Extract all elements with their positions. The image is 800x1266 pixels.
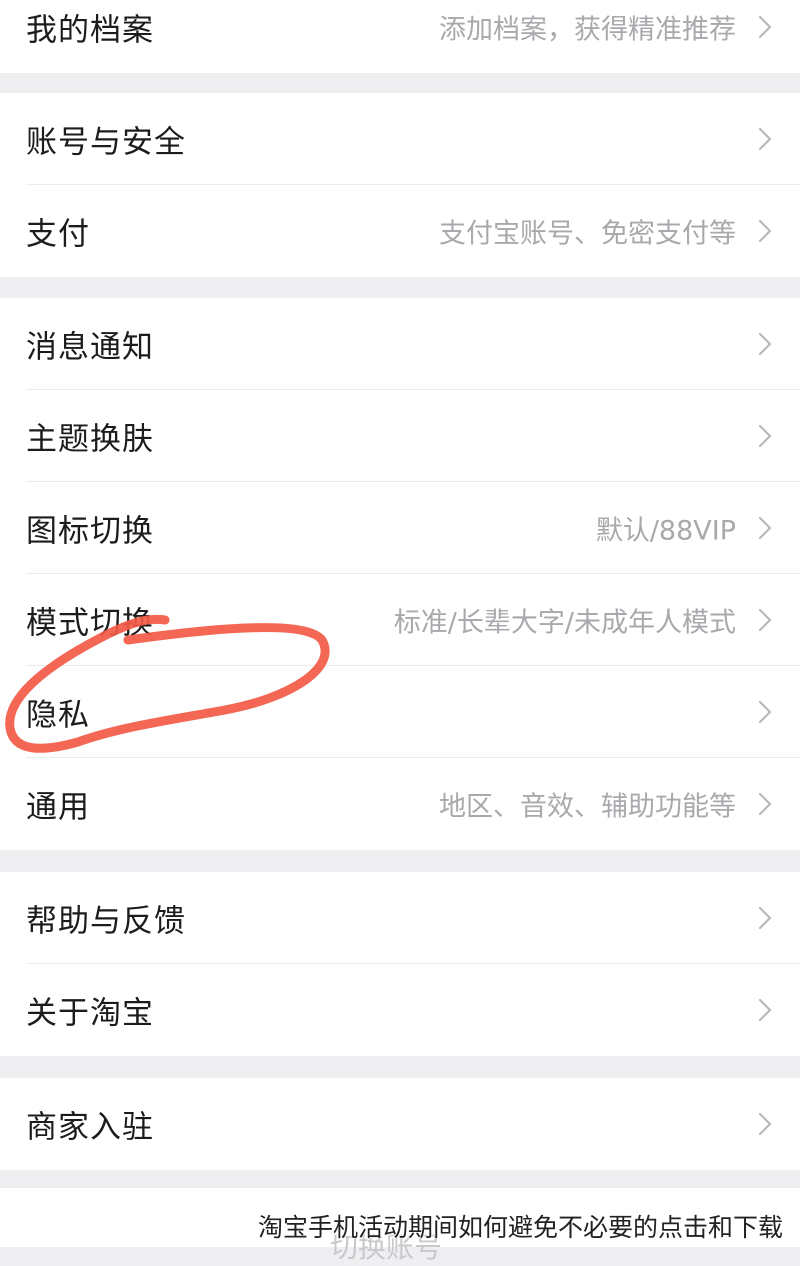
- settings-item-merchant[interactable]: 商家入驻: [0, 1078, 800, 1170]
- chevron-right-icon: [758, 998, 772, 1022]
- chevron-right-icon: [758, 792, 772, 816]
- chevron-right-icon: [758, 127, 772, 151]
- chevron-right-icon: [758, 700, 772, 724]
- settings-item-privacy[interactable]: 隐私: [0, 666, 800, 758]
- settings-item-label: 支付: [26, 216, 90, 253]
- settings-group-account: 账号与安全 支付 支付宝账号、免密支付等: [0, 93, 800, 277]
- settings-item-hint: 支付宝账号、免密支付等: [439, 218, 736, 250]
- settings-item-label: 主题换肤: [26, 421, 154, 458]
- settings-item-mode[interactable]: 模式切换 标准/长辈大字/未成年人模式: [0, 574, 800, 666]
- settings-group-profile: 我的档案 添加档案，获得精准推荐: [0, 0, 800, 73]
- settings-item-label: 模式切换: [26, 605, 154, 642]
- settings-item-label: 商家入驻: [26, 1109, 154, 1146]
- settings-item-label: 通用: [26, 789, 90, 826]
- settings-group-help: 帮助与反馈 关于淘宝: [0, 872, 800, 1056]
- settings-group-merchant: 商家入驻: [0, 1078, 800, 1170]
- settings-item-hint: 标准/长辈大字/未成年人模式: [393, 607, 736, 639]
- settings-item-label: 关于淘宝: [26, 995, 154, 1032]
- chevron-right-icon: [758, 906, 772, 930]
- settings-item-theme[interactable]: 主题换肤: [0, 390, 800, 482]
- settings-page: 我的档案 添加档案，获得精准推荐 账号与安全 支付 支付宝账号、免密支付等 消息…: [0, 0, 800, 1264]
- settings-item-my-profile[interactable]: 我的档案 添加档案，获得精准推荐: [0, 0, 800, 73]
- settings-item-label: 消息通知: [26, 329, 154, 366]
- settings-item-label: 账号与安全: [26, 124, 186, 161]
- settings-item-notifications[interactable]: 消息通知: [0, 298, 800, 390]
- chevron-right-icon: [758, 15, 772, 39]
- settings-item-account-security[interactable]: 账号与安全: [0, 93, 800, 185]
- settings-item-label: 帮助与反馈: [26, 903, 186, 940]
- settings-item-payment[interactable]: 支付 支付宝账号、免密支付等: [0, 185, 800, 277]
- chevron-right-icon: [758, 219, 772, 243]
- settings-item-hint: 添加档案，获得精准推荐: [439, 14, 736, 46]
- settings-item-label: 我的档案: [26, 12, 154, 49]
- chevron-right-icon: [758, 608, 772, 632]
- settings-group-preferences: 消息通知 主题换肤 图标切换 默认/88VIP 模式切换 标准/长辈大字/未成年…: [0, 298, 800, 850]
- settings-item-hint: 默认/88VIP: [595, 515, 736, 547]
- settings-item-general[interactable]: 通用 地区、音效、辅助功能等: [0, 758, 800, 850]
- chevron-right-icon: [758, 332, 772, 356]
- watermark-caption: 淘宝手机活动期间如何避免不必要的点击和下载: [258, 1213, 784, 1242]
- settings-item-help-feedback[interactable]: 帮助与反馈: [0, 872, 800, 964]
- chevron-right-icon: [758, 424, 772, 448]
- settings-item-app-icon[interactable]: 图标切换 默认/88VIP: [0, 482, 800, 574]
- settings-item-label: 图标切换: [26, 513, 154, 550]
- settings-item-label: 隐私: [26, 697, 90, 734]
- settings-item-about[interactable]: 关于淘宝: [0, 964, 800, 1056]
- settings-item-hint: 地区、音效、辅助功能等: [439, 791, 736, 823]
- chevron-right-icon: [758, 1112, 772, 1136]
- chevron-right-icon: [758, 516, 772, 540]
